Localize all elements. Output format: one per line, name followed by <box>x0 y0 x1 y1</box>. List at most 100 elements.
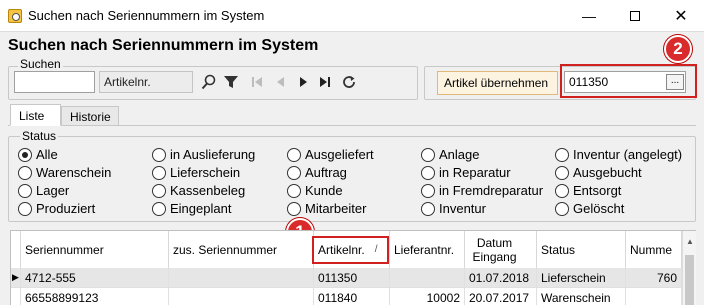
status-option[interactable]: Anlage <box>421 147 479 162</box>
status-option[interactable]: Lager <box>18 183 69 198</box>
highlight-box-artikelnr <box>312 236 389 264</box>
column-header-label: Datum Eingang <box>472 235 517 264</box>
status-option[interactable]: in Reparatur <box>421 165 511 180</box>
row-pointer[interactable]: ▶ <box>11 268 21 288</box>
radio-circle[interactable] <box>287 165 301 180</box>
status-option[interactable]: Produziert <box>18 201 95 216</box>
title-bar: Suchen nach Seriennummern im System — ✕ <box>0 0 704 32</box>
radio-circle[interactable] <box>555 183 569 198</box>
radio-circle[interactable] <box>421 183 435 198</box>
previous-record-icon[interactable] <box>272 71 290 93</box>
radio-circle[interactable] <box>152 201 166 216</box>
grid-column-header[interactable]: Numme <box>626 231 682 268</box>
next-record-icon[interactable] <box>294 71 312 93</box>
vertical-scrollbar[interactable]: ▲ <box>682 231 696 305</box>
status-option[interactable]: Auftrag <box>287 165 347 180</box>
close-button[interactable]: ✕ <box>658 0 704 32</box>
tab-historie[interactable]: Historie <box>61 106 119 126</box>
column-header-label: Status <box>541 242 576 257</box>
status-option[interactable]: Lieferschein <box>152 165 240 180</box>
status-option-label: Inventur <box>439 201 486 216</box>
status-option-label: Kassenbeleg <box>170 183 246 198</box>
radio-circle[interactable] <box>18 165 32 180</box>
row-pointer[interactable] <box>11 288 21 305</box>
status-option[interactable]: Mitarbeiter <box>287 201 366 216</box>
status-option[interactable]: Ausgebucht <box>555 165 642 180</box>
browse-button[interactable]: ... <box>666 74 684 90</box>
table-cell[interactable]: 4712-555 <box>21 268 169 288</box>
status-option[interactable]: in Fremdreparatur <box>421 183 543 198</box>
status-option-label: Lager <box>36 183 70 198</box>
grid-column-header[interactable]: Datum Eingang <box>465 231 537 268</box>
first-record-icon[interactable] <box>248 71 266 93</box>
status-option-label: Ausgeliefert <box>305 147 374 162</box>
table-cell[interactable]: 20.07.2017 <box>465 288 537 305</box>
search-input[interactable] <box>14 71 95 93</box>
grid-header-pointer <box>11 231 21 268</box>
grid-column-header[interactable]: Seriennummer <box>21 231 169 268</box>
column-header-label: Seriennummer <box>25 242 104 257</box>
status-option[interactable]: Kunde <box>287 183 343 198</box>
radio-circle[interactable] <box>555 201 569 216</box>
radio-circle[interactable] <box>18 201 32 216</box>
status-option[interactable]: Eingeplant <box>152 201 231 216</box>
table-cell[interactable]: 01.07.2018 <box>465 268 537 288</box>
table-cell[interactable]: 760 <box>626 268 682 288</box>
apply-article-button[interactable]: Artikel übernehmen <box>437 71 558 95</box>
status-option[interactable]: Warenschein <box>18 165 111 180</box>
radio-circle[interactable] <box>421 147 435 162</box>
radio-circle[interactable] <box>18 183 32 198</box>
status-option[interactable]: Inventur (angelegt) <box>555 147 682 162</box>
status-option[interactable]: Alle <box>18 147 58 162</box>
table-cell[interactable] <box>169 268 314 288</box>
status-option-label: Anlage <box>439 147 480 162</box>
tab-liste[interactable]: Liste <box>10 104 61 126</box>
status-option[interactable]: in Auslieferung <box>152 147 255 162</box>
table-cell[interactable]: Lieferschein <box>537 268 626 288</box>
status-option-label: Alle <box>36 147 58 162</box>
table-cell[interactable]: 011350 <box>314 268 390 288</box>
table-cell[interactable]: 011840 <box>314 288 390 305</box>
table-cell[interactable] <box>390 268 465 288</box>
radio-circle[interactable] <box>287 183 301 198</box>
radio-circle[interactable] <box>421 201 435 216</box>
table-cell[interactable]: Warenschein <box>537 288 626 305</box>
status-option-label: Lieferschein <box>170 165 241 180</box>
maximize-icon <box>630 11 640 21</box>
radio-circle[interactable] <box>152 183 166 198</box>
status-option[interactable]: Inventur <box>421 201 486 216</box>
search-icon[interactable] <box>200 71 218 93</box>
maximize-button[interactable] <box>612 0 658 32</box>
radio-circle[interactable] <box>152 165 166 180</box>
radio-circle[interactable] <box>18 147 32 162</box>
grid-column-header[interactable]: Lieferantnr. <box>390 231 465 268</box>
status-option[interactable]: Gelöscht <box>555 201 624 216</box>
last-record-icon[interactable] <box>316 71 334 93</box>
status-legend: Status <box>20 129 59 143</box>
radio-circle[interactable] <box>287 147 301 162</box>
filter-icon[interactable] <box>222 71 240 93</box>
status-option[interactable]: Entsorgt <box>555 183 621 198</box>
table-cell[interactable] <box>626 288 682 305</box>
radio-circle[interactable] <box>421 165 435 180</box>
status-option[interactable]: Kassenbeleg <box>152 183 245 198</box>
status-option-label: in Reparatur <box>439 165 511 180</box>
search-legend: Suchen <box>18 57 63 71</box>
table-cell[interactable]: 66558899123 <box>21 288 169 305</box>
table-cell[interactable]: 10002 <box>390 288 465 305</box>
table-cell[interactable] <box>169 288 314 305</box>
radio-circle[interactable] <box>152 147 166 162</box>
grid-column-header[interactable]: Status <box>537 231 626 268</box>
search-field-combo[interactable]: Artikelnr. <box>99 71 193 93</box>
status-option[interactable]: Ausgeliefert <box>287 147 374 162</box>
status-option-label: in Fremdreparatur <box>439 183 544 198</box>
grid-column-header[interactable]: zus. Seriennummer <box>169 231 314 268</box>
radio-circle[interactable] <box>555 165 569 180</box>
scroll-up-icon[interactable]: ▲ <box>686 237 694 246</box>
status-option-label: Kunde <box>305 183 343 198</box>
scroll-thumb[interactable] <box>685 255 694 305</box>
radio-circle[interactable] <box>287 201 301 216</box>
refresh-icon[interactable] <box>340 71 358 93</box>
radio-circle[interactable] <box>555 147 569 162</box>
minimize-button[interactable]: — <box>566 0 612 32</box>
